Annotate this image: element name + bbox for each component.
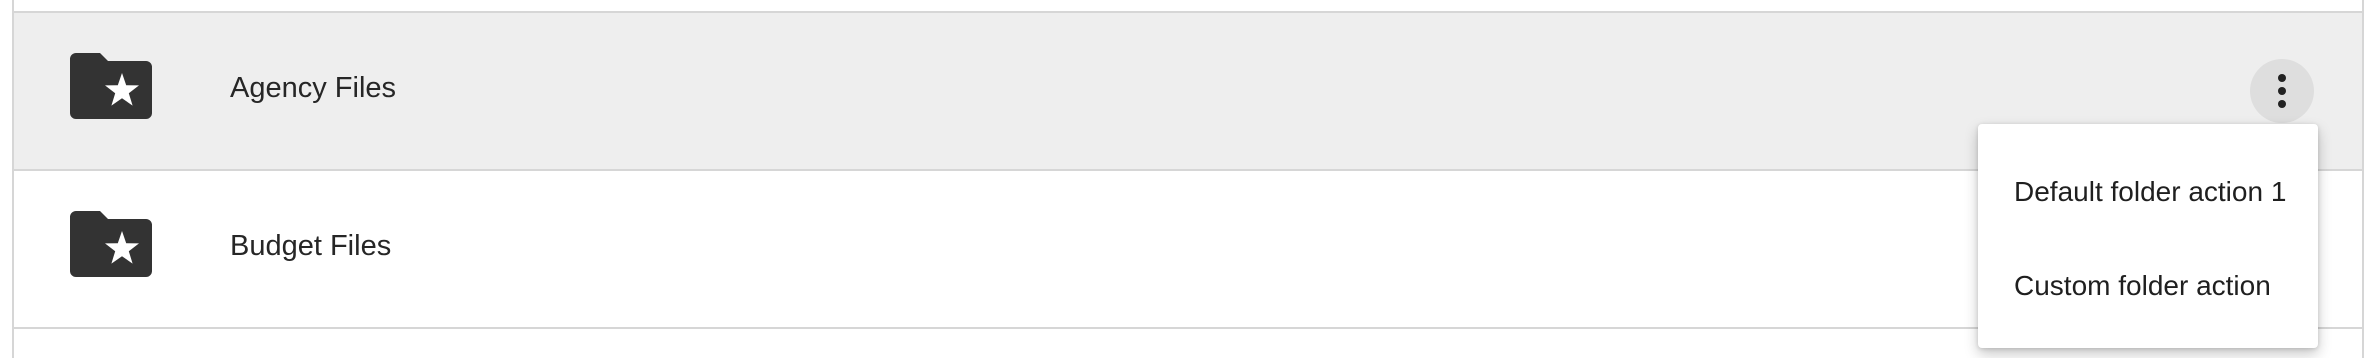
more-vertical-icon [2276, 73, 2288, 109]
list-row-partial [14, 0, 2362, 13]
folder-context-menu: Default folder action 1 Custom folder ac… [1978, 124, 2318, 348]
menu-item-custom-folder-action[interactable]: Custom folder action [1978, 238, 2318, 334]
folder-name: Budget Files [230, 230, 392, 262]
folder-actions-button[interactable] [2250, 59, 2314, 123]
starred-folder-icon [70, 211, 152, 277]
starred-folder-icon [70, 53, 152, 119]
file-browser: Agency Files Budget Files Default folder… [0, 0, 2376, 358]
folder-name: Agency Files [230, 72, 397, 104]
menu-item-default-folder-action[interactable]: Default folder action 1 [1978, 144, 2318, 240]
